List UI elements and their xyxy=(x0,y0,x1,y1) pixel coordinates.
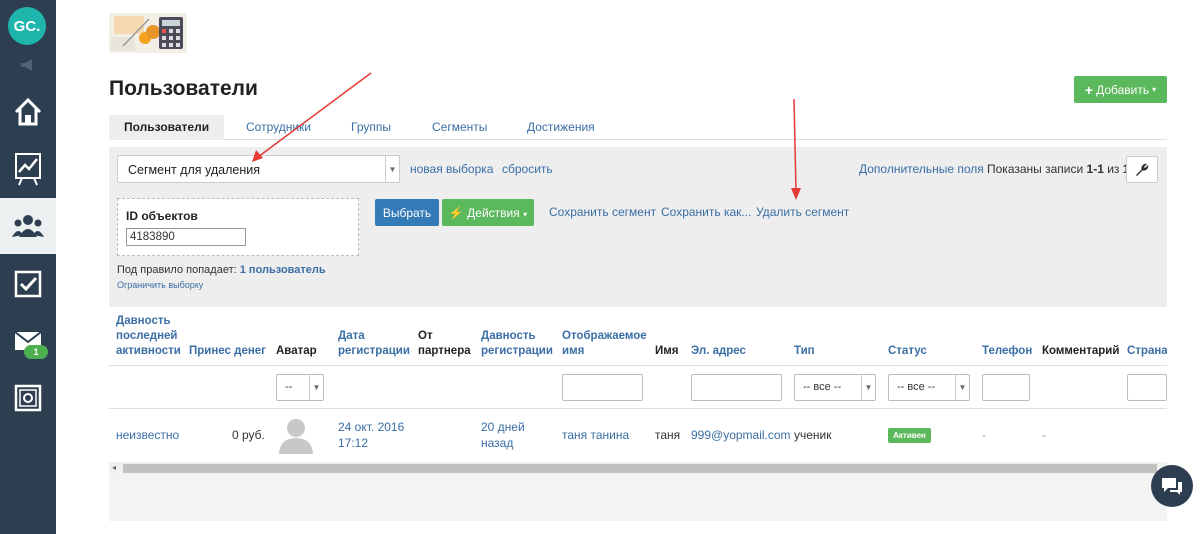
chat-icon xyxy=(1162,478,1182,495)
chat-button[interactable] xyxy=(1151,465,1193,507)
annotation-arrows xyxy=(252,72,801,200)
